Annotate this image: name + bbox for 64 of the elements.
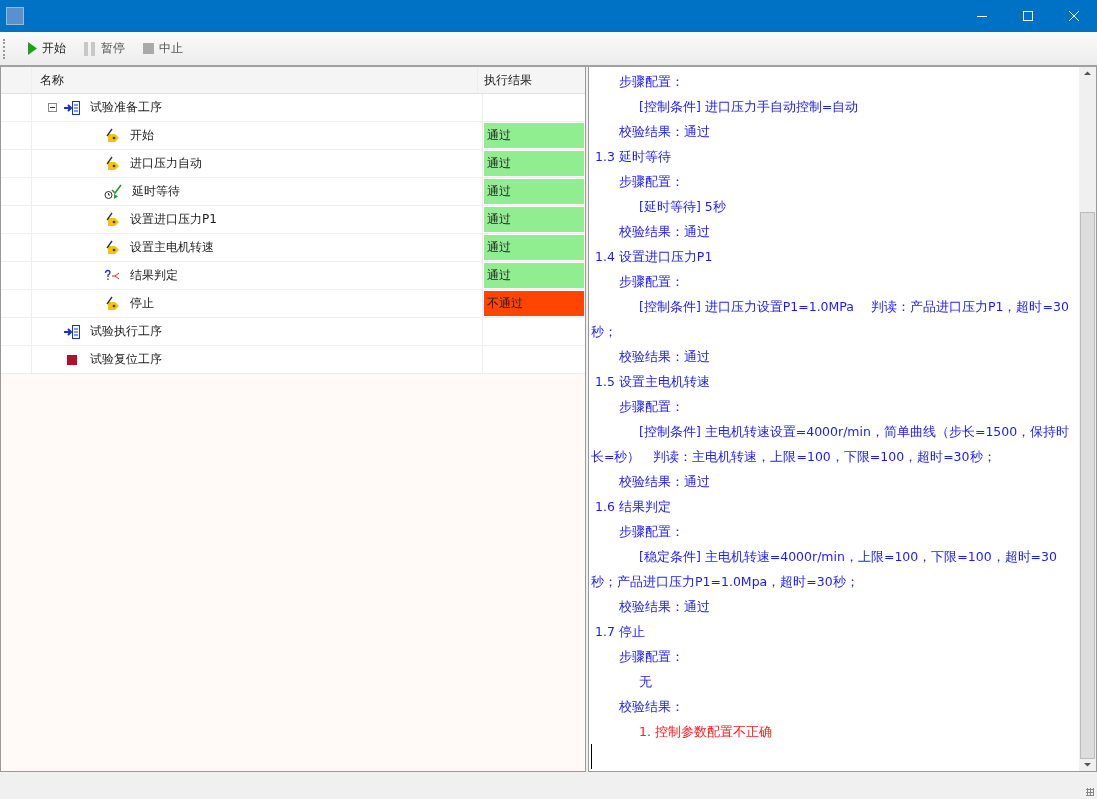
- app-icon: [6, 7, 24, 25]
- log-line: 步骤配置：: [618, 523, 685, 541]
- start-button[interactable]: 开始: [19, 37, 74, 60]
- tree-item[interactable]: 停止: [126, 295, 158, 312]
- result-cell: 通过: [484, 235, 584, 260]
- timer-check-icon: [104, 183, 122, 200]
- log-line: 无: [638, 673, 653, 691]
- play-icon: [27, 42, 37, 55]
- tree-item[interactable]: 进口压力自动: [126, 155, 206, 172]
- tree-item[interactable]: 延时等待: [128, 183, 184, 200]
- toolbar-grip: [3, 38, 7, 59]
- log-line: [控制条件] 进口压力设置P1=1.0MPa 判读：产品进口压力P1，超时=30秒；: [591, 298, 1070, 341]
- result-cell: 不通过: [484, 291, 584, 316]
- tree-item[interactable]: 结果判定: [126, 267, 182, 284]
- log-line: 校验结果：通过: [618, 123, 711, 141]
- log-line: 步骤配置：: [618, 398, 685, 416]
- maximize-icon: [1022, 10, 1034, 22]
- log-line: [稳定条件] 主电机转速=4000r/min，上限=100，下限=100，超时=30秒；产品进口压力P1=1.0Mpa，超时=30秒；: [591, 548, 1058, 591]
- stop-icon: [143, 43, 154, 54]
- tree-item[interactable]: 设置进口压力P1: [126, 211, 221, 228]
- document-arrow-icon: [64, 99, 80, 116]
- log-line: [控制条件] 进口压力手自动控制=自动: [638, 98, 860, 116]
- document-arrow-icon: [64, 323, 80, 340]
- log-line: 1.6 结果判定: [594, 498, 672, 516]
- column-header: 名称: [32, 67, 478, 93]
- log-line: 校验结果：通过: [618, 598, 711, 616]
- tree-item[interactable]: 开始: [126, 127, 158, 144]
- log-line: 1. 控制参数配置不正确: [638, 723, 773, 741]
- log-line: 1.3 延时等待: [594, 148, 672, 166]
- tree-item[interactable]: 设置主电机转速: [126, 239, 218, 256]
- wrench-tag-icon: [104, 295, 120, 312]
- tree-item[interactable]: 试验准备工序: [86, 99, 166, 116]
- log-line: 步骤配置：: [618, 73, 685, 91]
- result-cell: 通过: [484, 263, 584, 288]
- pause-icon: [84, 41, 96, 56]
- log-line: 步骤配置：: [618, 273, 685, 291]
- result-cell: 通过: [484, 207, 584, 232]
- log-line: 校验结果：通过: [618, 473, 711, 491]
- log-line: 校验结果：通过: [618, 348, 711, 366]
- close-icon: [1068, 10, 1080, 22]
- tree-item[interactable]: 试验复位工序: [86, 351, 166, 368]
- text-cursor: [591, 744, 592, 769]
- log-line: 1.5 设置主电机转速: [594, 373, 711, 391]
- wrench-tag-icon: [104, 239, 120, 256]
- log-line: 校验结果：: [618, 698, 685, 716]
- log-line: 校验结果：通过: [618, 223, 711, 241]
- result-cell: 通过: [484, 151, 584, 176]
- collapse-icon[interactable]: [48, 103, 57, 112]
- result-cell: 通过: [484, 179, 584, 204]
- log-line: [延时等待] 5秒: [638, 198, 727, 216]
- result-cell: 通过: [484, 123, 584, 148]
- log-line: 步骤配置：: [618, 648, 685, 666]
- tree-item[interactable]: 试验执行工序: [86, 323, 166, 340]
- wrench-tag-icon: [104, 155, 120, 172]
- log-line: [控制条件] 主电机转速设置=4000r/min，简单曲线（步长=1500，保持时长=秒） 判读：主电机转速，上限=100，下限=100，超时=30秒；: [591, 423, 1071, 466]
- scrollbar[interactable]: [1079, 67, 1096, 771]
- scrollbar-thumb[interactable]: [1080, 212, 1095, 759]
- wrench-tag-icon: [104, 211, 120, 228]
- resize-grip[interactable]: [1086, 788, 1094, 796]
- wrench-tag-icon: [104, 127, 120, 144]
- log-line: 步骤配置：: [618, 173, 685, 191]
- log-line: 1.7 停止: [594, 623, 646, 641]
- log-line: 1.4 设置进口压力P1: [594, 248, 714, 266]
- column-header: 执行结果: [483, 71, 533, 89]
